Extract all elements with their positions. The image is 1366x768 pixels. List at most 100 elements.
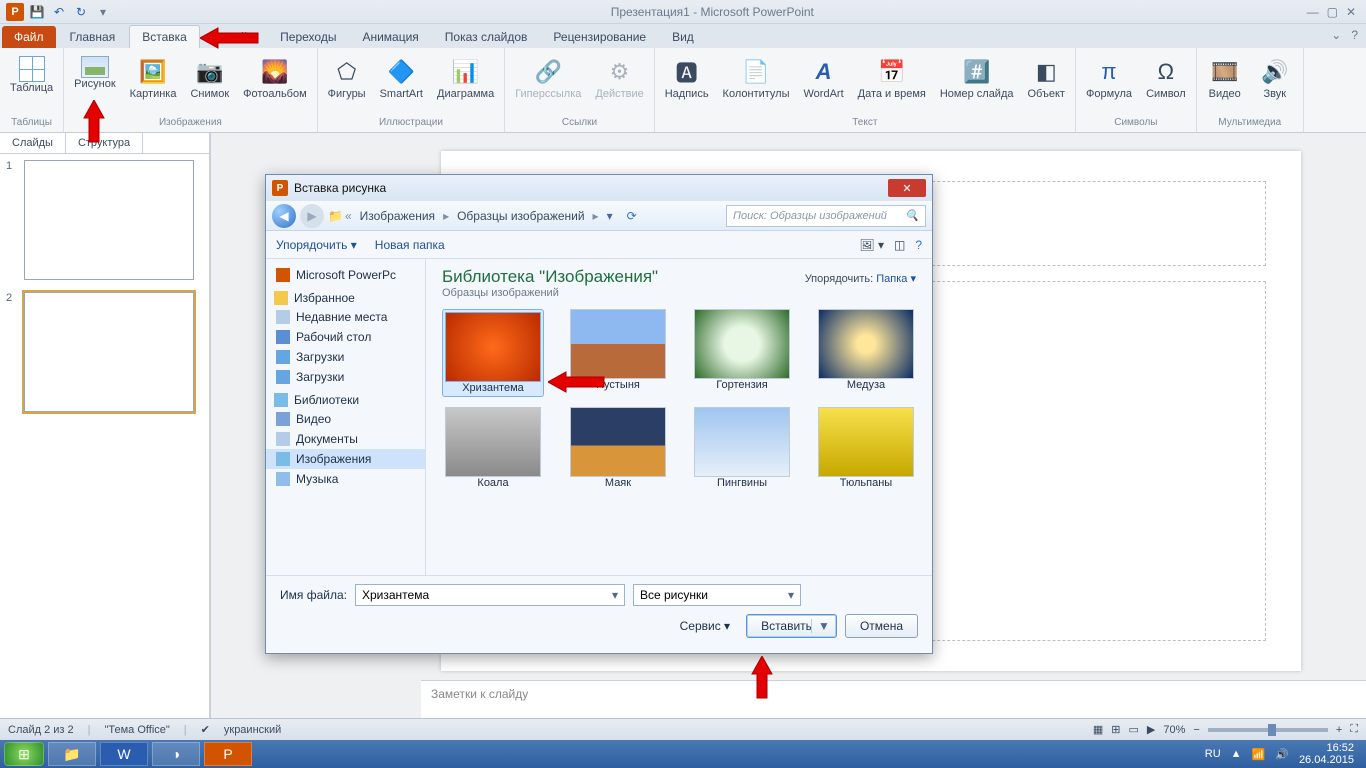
- sidebar-item-video[interactable]: Видео: [266, 409, 425, 429]
- file-item-4[interactable]: Коала: [442, 407, 544, 489]
- chevron-down-icon[interactable]: ▼: [811, 619, 830, 633]
- textbox-button[interactable]: 🅰Надпись: [661, 54, 713, 102]
- sidebar-item-recent[interactable]: Недавние места: [266, 307, 425, 327]
- dialog-close-button[interactable]: ✕: [888, 179, 926, 197]
- filter-select[interactable]: Все рисунки▾: [633, 584, 801, 606]
- slide-thumb-1[interactable]: 1: [6, 160, 203, 280]
- help-button[interactable]: ?: [915, 238, 922, 252]
- datetime-button[interactable]: 📅Дата и время: [854, 54, 930, 102]
- sidebar-item-downloads[interactable]: Загрузки: [266, 347, 425, 367]
- view-reading-icon[interactable]: ▭: [1129, 723, 1139, 736]
- chart-button[interactable]: 📊Диаграмма: [433, 54, 498, 102]
- undo-icon[interactable]: ↶: [50, 3, 68, 21]
- shapes-button[interactable]: ⬠Фигуры: [324, 54, 370, 102]
- file-item-2[interactable]: Гортензия: [692, 309, 792, 397]
- notes-pane[interactable]: Заметки к слайду: [421, 680, 1366, 718]
- photoalbum-button[interactable]: 🌄Фотоальбом: [239, 54, 311, 102]
- sort-control[interactable]: Упорядочить: Папка ▾: [805, 272, 916, 285]
- preview-button[interactable]: ◫: [894, 238, 905, 252]
- object-button[interactable]: ◧Объект: [1024, 54, 1069, 102]
- start-button[interactable]: ⊞: [4, 742, 44, 766]
- view-normal-icon[interactable]: ▦: [1093, 723, 1103, 736]
- tray-lang[interactable]: RU: [1205, 748, 1221, 760]
- table-button[interactable]: Таблица: [6, 54, 57, 96]
- tab-review[interactable]: Рецензирование: [541, 26, 658, 48]
- tab-design[interactable]: Дизайн: [202, 26, 266, 48]
- search-input[interactable]: Поиск: Образцы изображений 🔍: [726, 205, 926, 227]
- file-item-1[interactable]: Пустыня: [568, 309, 668, 397]
- qat-dropdown-icon[interactable]: ▾: [94, 3, 112, 21]
- save-icon[interactable]: 💾: [28, 3, 46, 21]
- minimize-icon[interactable]: —: [1307, 5, 1319, 19]
- newfolder-button[interactable]: Новая папка: [375, 238, 445, 252]
- taskbar-powerpoint[interactable]: P: [204, 742, 252, 766]
- sidebar-item-music[interactable]: Музыка: [266, 469, 425, 489]
- tools-dropdown[interactable]: Сервис ▾: [680, 619, 730, 633]
- nav-back-button[interactable]: ◀: [272, 204, 296, 228]
- tray-sound-icon[interactable]: 🔊: [1275, 748, 1289, 761]
- sidebar-item-downloads2[interactable]: Загрузки: [266, 367, 425, 387]
- clipart-button[interactable]: 🖼️Картинка: [126, 54, 181, 102]
- equation-button[interactable]: πФормула: [1082, 54, 1136, 102]
- slidenum-button[interactable]: #️⃣Номер слайда: [936, 54, 1018, 102]
- maximize-icon[interactable]: ▢: [1327, 5, 1338, 19]
- sidebar-item-documents[interactable]: Документы: [266, 429, 425, 449]
- zoom-in-button[interactable]: +: [1336, 724, 1342, 736]
- view-button[interactable]: 🖼 ▾: [859, 238, 884, 252]
- tab-slideshow[interactable]: Показ слайдов: [433, 26, 540, 48]
- tab-file[interactable]: Файл: [2, 26, 56, 48]
- picture-button[interactable]: Рисунок: [70, 54, 120, 102]
- tray-time[interactable]: 16:52: [1326, 742, 1354, 754]
- zoom-slider[interactable]: [1208, 728, 1328, 732]
- sidebar-header-favorites[interactable]: Избранное: [266, 285, 425, 307]
- tab-outline[interactable]: Структура: [66, 133, 143, 153]
- slide-thumb-2[interactable]: 2: [6, 292, 203, 412]
- symbol-button[interactable]: ΩСимвол: [1142, 54, 1190, 102]
- view-sorter-icon[interactable]: ⊞: [1111, 723, 1120, 736]
- redo-icon[interactable]: ↻: [72, 3, 90, 21]
- fit-button[interactable]: ⛶: [1350, 723, 1358, 736]
- tab-view[interactable]: Вид: [660, 26, 706, 48]
- screenshot-button[interactable]: 📷Снимок: [186, 54, 233, 102]
- spellcheck-icon[interactable]: ✔: [201, 723, 210, 736]
- tab-home[interactable]: Главная: [58, 26, 128, 48]
- audio-button[interactable]: 🔊Звук: [1253, 54, 1297, 102]
- filename-input[interactable]: Хризантема▾: [355, 584, 625, 606]
- breadcrumb-dropdown-icon[interactable]: ▾: [603, 209, 617, 223]
- tab-transitions[interactable]: Переходы: [268, 26, 348, 48]
- video-button[interactable]: 🎞️Видео: [1203, 54, 1247, 102]
- close-icon[interactable]: ✕: [1346, 5, 1356, 19]
- file-item-7[interactable]: Тюльпаны: [816, 407, 916, 489]
- tray-date[interactable]: 26.04.2015: [1299, 754, 1354, 766]
- refresh-button[interactable]: ⟳: [621, 209, 643, 223]
- taskbar-chrome[interactable]: ◑: [152, 742, 200, 766]
- file-item-0[interactable]: Хризантема: [442, 309, 544, 397]
- smartart-button[interactable]: 🔷SmartArt: [376, 54, 427, 102]
- tab-animations[interactable]: Анимация: [350, 26, 430, 48]
- tab-insert[interactable]: Вставка: [129, 25, 200, 48]
- taskbar-explorer[interactable]: 📁: [48, 742, 96, 766]
- sidebar-item-powerpoint[interactable]: Microsoft PowerPc: [266, 265, 425, 285]
- tab-slides[interactable]: Слайды: [0, 133, 66, 153]
- status-language[interactable]: украинский: [224, 724, 281, 736]
- headerfooter-button[interactable]: 📄Колонтитулы: [719, 54, 794, 102]
- tray-network-icon[interactable]: 📶: [1252, 748, 1266, 761]
- zoom-out-button[interactable]: −: [1193, 724, 1199, 736]
- taskbar-word[interactable]: W: [100, 742, 148, 766]
- file-item-6[interactable]: Пингвины: [692, 407, 792, 489]
- sidebar-header-libraries[interactable]: Библиотеки: [266, 387, 425, 409]
- file-item-5[interactable]: Маяк: [568, 407, 668, 489]
- help-icon[interactable]: ?: [1351, 28, 1358, 42]
- view-slideshow-icon[interactable]: ▶: [1147, 723, 1155, 736]
- sidebar-item-pictures[interactable]: Изображения: [266, 449, 425, 469]
- zoom-level[interactable]: 70%: [1163, 724, 1185, 736]
- tray-flag-icon[interactable]: ▲: [1231, 748, 1242, 760]
- insert-button[interactable]: Вставить▼: [746, 614, 837, 638]
- organize-button[interactable]: Упорядочить ▾: [276, 238, 357, 252]
- sidebar-item-desktop[interactable]: Рабочий стол: [266, 327, 425, 347]
- cancel-button[interactable]: Отмена: [845, 614, 918, 638]
- breadcrumb[interactable]: 📁 « Изображения ▸ Образцы изображений ▸: [328, 207, 599, 225]
- file-item-3[interactable]: Медуза: [816, 309, 916, 397]
- ribbon-minimize-icon[interactable]: ⌄: [1331, 28, 1341, 42]
- wordart-button[interactable]: AWordArt: [800, 54, 848, 102]
